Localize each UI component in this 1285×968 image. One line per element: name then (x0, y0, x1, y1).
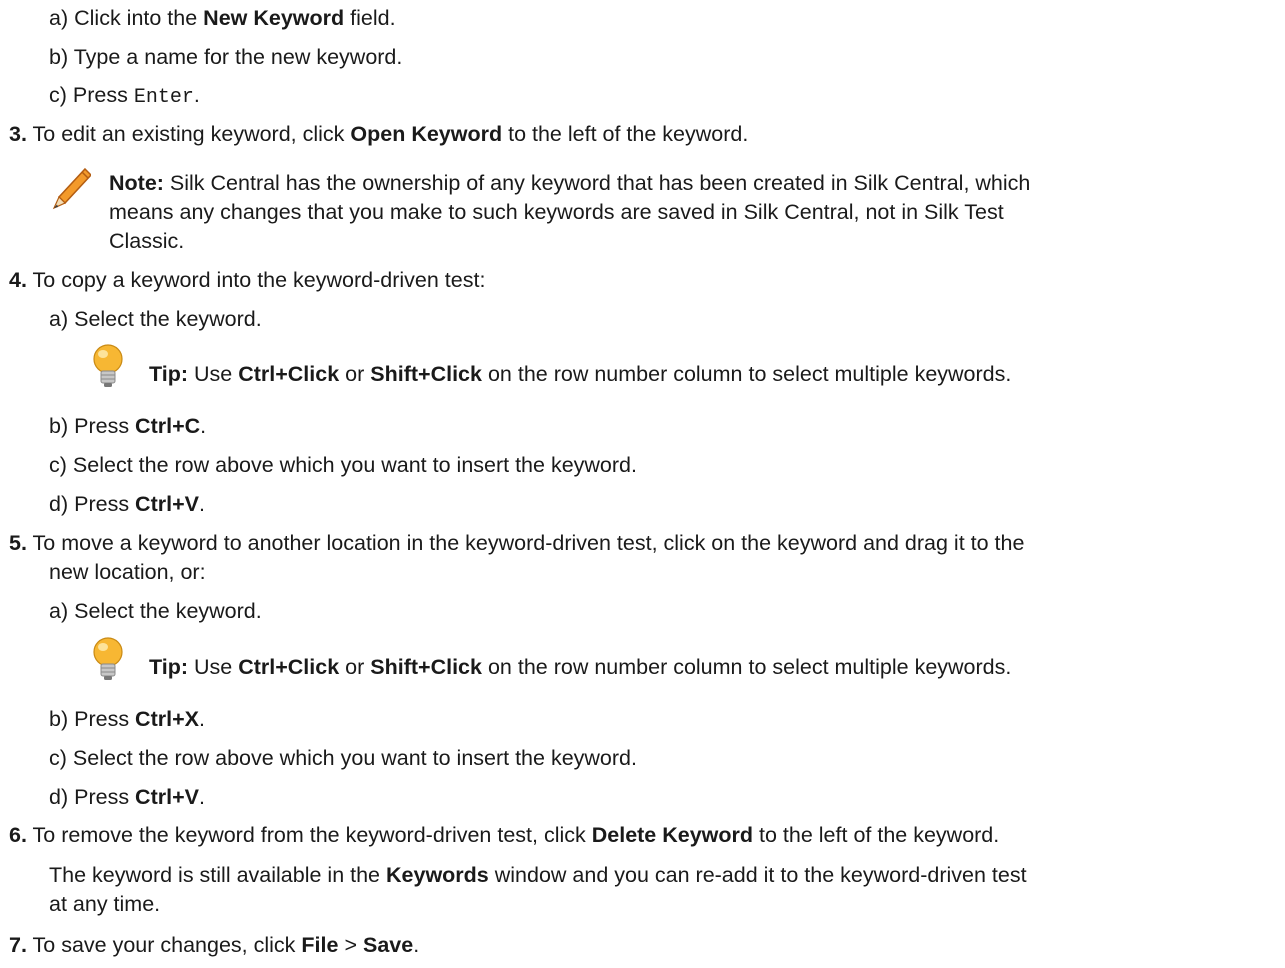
step-5c: c) Select the row above which you want t… (49, 746, 637, 770)
tip-1: Tip: Use Ctrl+Click or Shift+Click on th… (149, 362, 1012, 386)
step-5: 5. To move a keyword to another location… (9, 531, 1025, 555)
step-7: 7. To save your changes, click File > Sa… (9, 933, 420, 957)
step-4: 4. To copy a keyword into the keyword-dr… (9, 268, 486, 292)
lightbulb-icon (91, 344, 125, 396)
step-6-paragraph-line-2: at any time. (49, 892, 161, 916)
step-5b: b) Press Ctrl+X. (49, 707, 205, 731)
step-4c: c) Select the row above which you want t… (49, 453, 637, 477)
step-4b: b) Press Ctrl+C. (49, 414, 207, 438)
step-6-paragraph: The keyword is still available in the Ke… (49, 863, 1027, 887)
step-2b: b) Type a name for the new keyword. (49, 45, 403, 69)
step-5a: a) Select the keyword. (49, 599, 262, 623)
step-3: 3. To edit an existing keyword, click Op… (9, 122, 749, 146)
note-line-3: Classic. (109, 229, 185, 253)
step-4d: d) Press Ctrl+V. (49, 492, 205, 516)
step-5d: d) Press Ctrl+V. (49, 785, 205, 809)
pencil-icon (51, 167, 93, 217)
step-5-line-2: new location, or: (49, 560, 206, 584)
step-2a: a) Click into the New Keyword field. (49, 6, 396, 30)
lightbulb-icon (91, 637, 125, 689)
step-4a: a) Select the keyword. (49, 307, 262, 331)
note-line-2: means any changes that you make to such … (109, 200, 1004, 224)
step-2c: c) Press Enter. (49, 83, 200, 109)
step-6: 6. To remove the keyword from the keywor… (9, 823, 1000, 847)
note-line-1: Note: Silk Central has the ownership of … (109, 171, 1031, 195)
tip-2: Tip: Use Ctrl+Click or Shift+Click on th… (149, 655, 1012, 679)
